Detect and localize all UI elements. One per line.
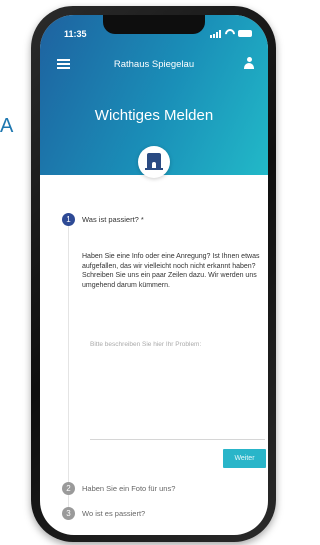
signal-icon [210,30,222,38]
town-hall-badge [138,146,170,178]
status-icons [210,26,254,42]
phone-notch [103,15,205,34]
step-1-description: Haben Sie eine Info oder eine Anregung? … [82,252,260,290]
step-2-number[interactable]: 2 [62,482,75,495]
phone-screen: 11:35 Rathaus Spiegelau Wichtiges Melden… [40,15,268,535]
description-line: Haben Sie eine Info oder eine Anregung? … [82,253,260,270]
next-button[interactable]: Weiter [223,449,266,468]
battery-icon [238,30,252,37]
background-letter: A [0,115,14,137]
step-1-number[interactable]: 1 [62,213,75,226]
step-1-title[interactable]: Was ist passiert? * [82,215,144,224]
step-3-number[interactable]: 3 [62,507,75,520]
app-title: Rathaus Spiegelau [113,59,195,70]
problem-description-input[interactable] [90,341,265,440]
page-title: Wichtiges Melden [94,107,214,124]
step-3-title[interactable]: Wo ist es passiert? [82,509,145,518]
step-2-title[interactable]: Haben Sie ein Foto für uns? [82,484,175,493]
wifi-icon [222,26,238,42]
step-timeline [68,213,69,513]
building-icon [145,153,163,170]
user-icon[interactable] [244,57,254,69]
description-line: Schreiben Sie uns ein paar Zeilen dazu. … [82,272,257,289]
status-time: 11:35 [64,29,87,39]
